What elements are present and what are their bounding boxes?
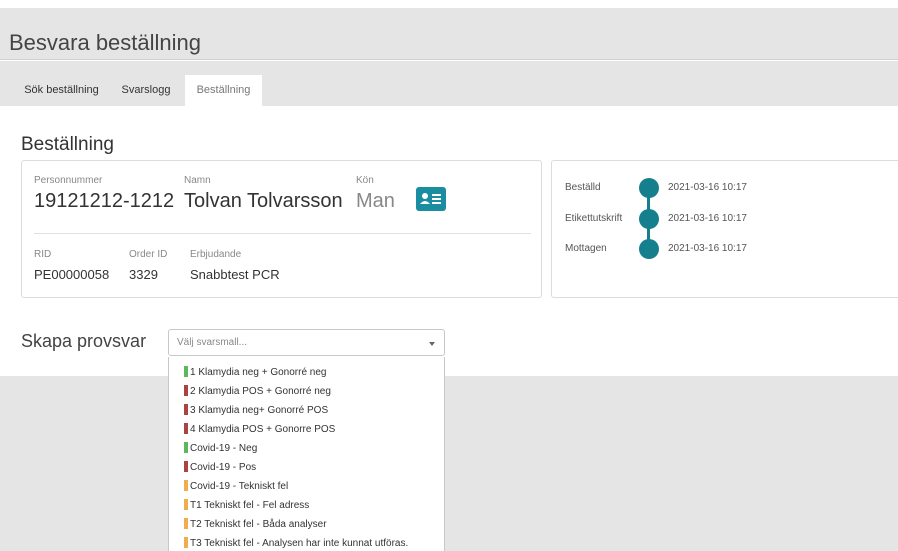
option-label: Covid-19 - Neg: [190, 443, 258, 454]
timeline-dot: [639, 178, 659, 198]
rid-value: PE00000058: [34, 267, 110, 282]
section-title: Beställning: [21, 134, 114, 155]
status-marker: [184, 499, 188, 510]
option-label: T3 Tekniskt fel - Analysen har inte kunn…: [190, 538, 409, 549]
timeline-label-etikettutskrift: Etikettutskrift: [565, 213, 623, 224]
order-id-label: Order ID: [129, 249, 168, 260]
namn-value: Tolvan Tolvarsson: [184, 190, 343, 212]
status-marker: [184, 518, 188, 529]
status-marker: [184, 385, 188, 396]
page-background: [0, 376, 898, 551]
status-marker: [184, 404, 188, 415]
provsvar-title: Skapa provsvar: [21, 331, 147, 351]
svarsmall-dropdown: 1 Klamydia neg + Gonorré neg 2 Klamydia …: [168, 357, 445, 551]
tab-sok-bestallning[interactable]: Sök beställning: [14, 75, 109, 106]
status-marker: [184, 442, 188, 453]
order-id-value: 3329: [129, 267, 158, 282]
tab-bar: Sök beställning Svarslogg Beställning: [0, 61, 898, 106]
erbjudande-value: Snabbtest PCR: [190, 267, 280, 282]
rid-label: RID: [34, 249, 52, 260]
option-label: 3 Klamydia neg+ Gonorré POS: [190, 405, 329, 416]
timeline-card: Beställd 2021-03-16 10:17 Etikettutskrif…: [551, 160, 898, 298]
page-header: Besvara beställning: [0, 8, 898, 60]
option-label: 4 Klamydia POS + Gonorre POS: [190, 424, 336, 435]
timeline-label-mottagen: Mottagen: [565, 243, 607, 254]
option-label: Covid-19 - Tekniskt fel: [190, 481, 289, 492]
option-label: T2 Tekniskt fel - Båda analyser: [190, 519, 327, 530]
order-details-card: Personnummer 19121212-1212 Namn Tolvan T…: [21, 160, 542, 298]
card-divider: [34, 233, 531, 234]
dropdown-option[interactable]: 4 Klamydia POS + Gonorre POS: [184, 420, 335, 439]
timeline-label-bestalld: Beställd: [565, 182, 601, 193]
option-label: Covid-19 - Pos: [190, 462, 257, 473]
status-marker: [184, 423, 188, 434]
timeline-date: 2021-03-16 10:17: [668, 213, 747, 224]
timeline-date: 2021-03-16 10:17: [668, 243, 747, 254]
namn-label: Namn: [184, 175, 211, 186]
timeline-dot: [639, 209, 659, 229]
erbjudande-label: Erbjudande: [190, 249, 242, 260]
dropdown-option[interactable]: Covid-19 - Pos: [184, 458, 256, 477]
dropdown-option[interactable]: 3 Klamydia neg+ Gonorré POS: [184, 401, 328, 420]
kon-label: Kön: [356, 175, 374, 186]
kon-value: Man: [356, 190, 395, 212]
option-label: 2 Klamydia POS + Gonorré neg: [190, 386, 331, 397]
svarsmall-placeholder: Välj svarsmall...: [177, 337, 248, 348]
tab-svarslogg[interactable]: Svarslogg: [113, 75, 179, 106]
status-marker: [184, 480, 188, 491]
status-marker: [184, 366, 188, 377]
chevron-down-icon: [429, 342, 435, 346]
status-marker: [184, 461, 188, 472]
dropdown-option[interactable]: T1 Tekniskt fel - Fel adress: [184, 496, 309, 515]
status-marker: [184, 537, 188, 548]
dropdown-option[interactable]: Covid-19 - Tekniskt fel: [184, 477, 288, 496]
dropdown-option[interactable]: 2 Klamydia POS + Gonorré neg: [184, 382, 331, 401]
dropdown-option[interactable]: T2 Tekniskt fel - Båda analyser: [184, 515, 327, 534]
dropdown-option[interactable]: 1 Klamydia neg + Gonorré neg: [184, 363, 326, 382]
page-title: Besvara beställning: [9, 30, 202, 55]
id-card-icon[interactable]: [416, 187, 446, 211]
timeline-date: 2021-03-16 10:17: [668, 182, 747, 193]
tab-bestallning[interactable]: Beställning: [185, 75, 262, 106]
option-label: 1 Klamydia neg + Gonorré neg: [190, 367, 327, 378]
dropdown-option[interactable]: Covid-19 - Neg: [184, 439, 257, 458]
top-strip: [0, 0, 898, 8]
option-label: T1 Tekniskt fel - Fel adress: [190, 500, 310, 511]
svarsmall-select[interactable]: Välj svarsmall...: [168, 329, 445, 356]
personnummer-label: Personnummer: [34, 175, 103, 186]
dropdown-option[interactable]: T3 Tekniskt fel - Analysen har inte kunn…: [184, 534, 408, 551]
personnummer-value: 19121212-1212: [34, 190, 175, 212]
timeline-dot: [639, 239, 659, 259]
